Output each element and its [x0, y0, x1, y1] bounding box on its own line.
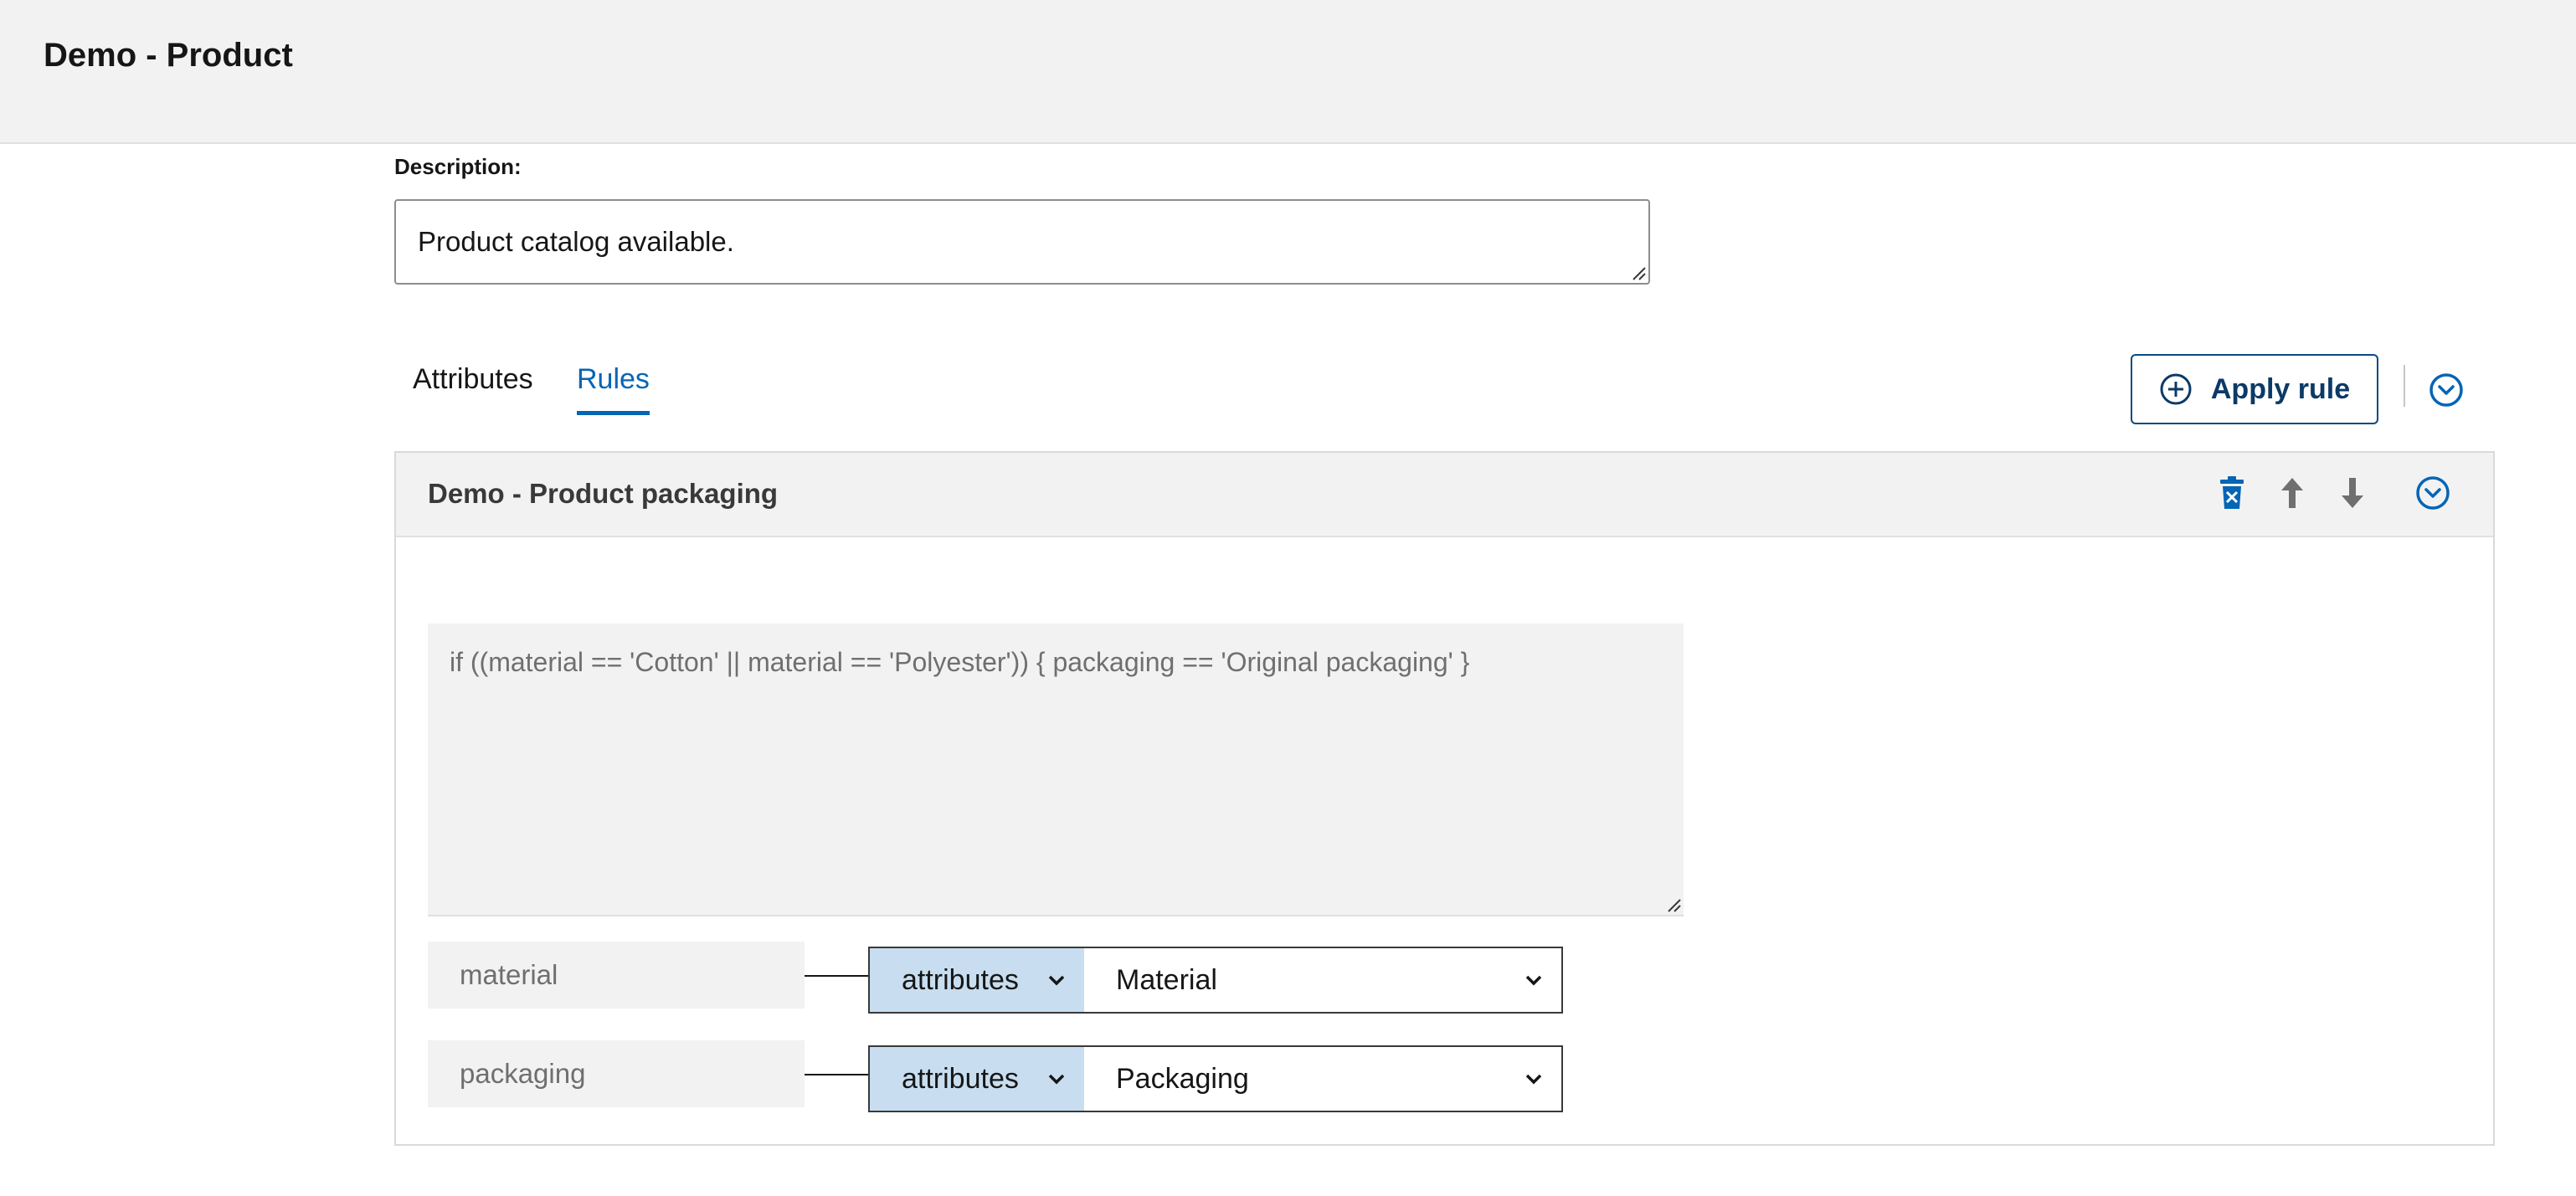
rule-expression: if ((material == 'Cotton' || material ==…: [450, 647, 1470, 677]
page-header: Demo - Product: [0, 0, 2576, 144]
move-down-button[interactable]: [2334, 475, 2371, 511]
source-select-value: attributes: [902, 1062, 1019, 1095]
move-up-button[interactable]: [2274, 475, 2311, 511]
tab-rules[interactable]: Rules: [577, 363, 650, 415]
rule-header[interactable]: Demo - Product packaging: [396, 453, 2493, 537]
chevron-down-icon: [1525, 975, 1542, 986]
variable-name: packaging: [428, 1040, 805, 1107]
mapping-row: material attributes Material: [428, 942, 1600, 1014]
source-select[interactable]: attributes: [870, 948, 1084, 1012]
connector-line: [805, 1074, 868, 1075]
resize-handle-icon[interactable]: [1632, 266, 1647, 281]
rule-expression-textarea[interactable]: if ((material == 'Cotton' || material ==…: [428, 624, 1684, 916]
rule-card: Demo - Product packaging if ((material =…: [394, 451, 2495, 1146]
variable-name: material: [428, 942, 805, 1009]
chevron-down-icon: [1048, 1074, 1065, 1085]
description-label: Description:: [394, 154, 522, 179]
collapse-rule-button[interactable]: [2414, 475, 2451, 511]
source-select-value: attributes: [902, 963, 1019, 996]
apply-rule-button[interactable]: Apply rule: [2131, 354, 2378, 424]
attribute-select[interactable]: Packaging: [1084, 1047, 1561, 1111]
apply-rule-label: Apply rule: [2210, 372, 2351, 405]
plus-circle-icon: [2160, 373, 2192, 405]
attribute-select-value: Material: [1116, 963, 1217, 996]
tab-attributes[interactable]: Attributes: [413, 363, 533, 411]
mapping-select-group: attributes Packaging: [868, 1045, 1563, 1112]
chevron-down-icon: [1048, 975, 1065, 986]
toolbar-divider: [2404, 365, 2405, 407]
attribute-select[interactable]: Material: [1084, 948, 1561, 1012]
arrow-down-icon: [2342, 478, 2363, 508]
mapping-row: packaging attributes Packaging: [428, 1040, 1600, 1112]
description-value: Product catalog available.: [418, 226, 734, 257]
connector-line: [805, 975, 868, 977]
attribute-select-value: Packaging: [1116, 1062, 1249, 1095]
delete-rule-button[interactable]: [2214, 475, 2250, 511]
trash-icon: [2220, 476, 2244, 509]
arrow-up-icon: [2281, 478, 2303, 508]
chevron-down-circle-icon: [2416, 476, 2450, 510]
chevron-down-icon: [1525, 1074, 1542, 1085]
mapping-select-group: attributes Material: [868, 947, 1563, 1014]
source-select[interactable]: attributes: [870, 1047, 1084, 1111]
description-field[interactable]: Product catalog available.: [394, 199, 1650, 285]
page-title: Demo - Product: [44, 37, 293, 74]
rule-title: Demo - Product packaging: [428, 478, 779, 509]
collapse-all-chevron-down-circle-icon[interactable]: [2428, 372, 2465, 408]
resize-handle-icon[interactable]: [1667, 898, 1682, 913]
rule-actions: [2214, 475, 2451, 511]
